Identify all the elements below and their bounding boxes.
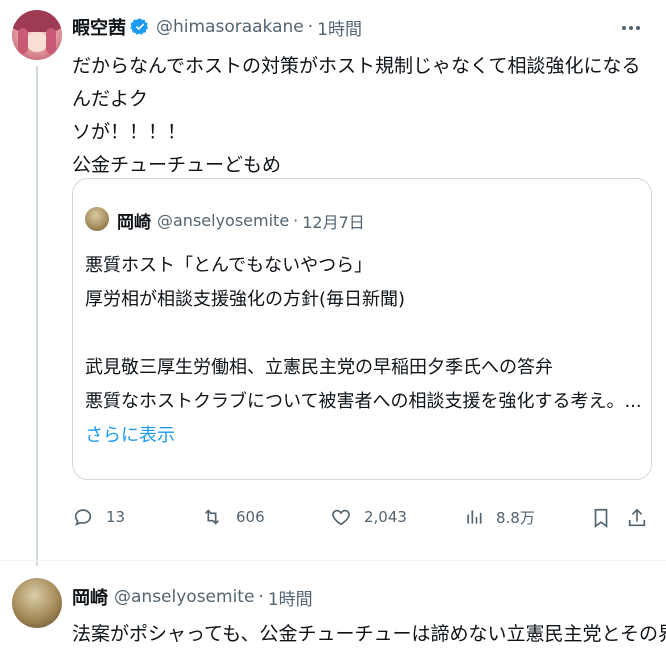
reply-header: 岡崎 @anselyosemite · 1時間 [72,584,313,610]
tweet-header: 暇空茜 @himasoraakane · 1時間 [72,14,362,40]
reply-button[interactable]: 13 [72,506,125,528]
avatar[interactable] [12,10,62,60]
quote-line [85,317,645,351]
timestamp[interactable]: 1時間 [268,585,313,610]
divider [0,560,666,561]
display-name[interactable]: 暇空茜 [72,14,126,40]
quote-header: 岡崎 @anselyosemite · 12月7日 [117,208,365,233]
separator: · [293,211,299,230]
handle[interactable]: @anselyosemite [114,587,254,607]
quote-line: 悪質ホスト「とんでもないやつら」 [85,255,373,276]
share-icon[interactable] [626,506,648,534]
tweet-text: だからなんでホストの対策がホスト規制じゃなくて相談強化になるんだよク ソが！！！… [72,50,657,182]
retweet-icon [204,509,220,525]
like-icon [332,509,350,526]
avatar[interactable] [12,578,62,628]
reply-icon [74,509,92,526]
handle[interactable]: @himasoraakane [156,17,304,37]
timestamp[interactable]: 1時間 [317,15,362,40]
quote-handle: @anselyosemite [157,211,290,230]
like-count: 2,043 [364,508,407,526]
quote-line: 悪質なホストクラブについて被害者への相談支援を強化する考え。... [85,391,642,412]
quote-text: 悪質ホスト「とんでもないやつら」 厚労相が相談支援強化の方針(毎日新聞) 武見敬… [85,249,645,453]
tweet-line: だからなんでホストの対策がホスト規制じゃなくて相談強化になるんだよク [72,55,641,110]
reply-text: 法案がポシャっても、公金チューチューは諦めない立憲民主党とその界隈 [72,623,666,645]
quote-line: 武見敬三厚生労働相、立憲民主党の早稲田夕季氏への答弁 [85,357,553,378]
separator: · [258,587,264,607]
reply-count: 13 [106,508,126,526]
views-button[interactable]: 8.8万 [464,506,535,528]
more-icon[interactable] [622,26,640,30]
separator: · [307,17,314,37]
views-count: 8.8万 [496,508,535,527]
bookmark-icon[interactable] [590,506,612,534]
quote-display-name: 岡崎 [117,213,151,233]
like-button[interactable]: 2,043 [330,506,407,528]
views-icon [467,510,482,524]
quote-timestamp: 12月7日 [302,212,365,232]
display-name[interactable]: 岡崎 [72,584,108,610]
retweet-count: 606 [236,508,265,526]
show-more-link[interactable]: さらに表示 [85,419,645,453]
quote-line: 厚労相が相談支援強化の方針(毎日新聞) [85,289,406,310]
avatar [85,207,109,231]
thread-line [36,66,38,566]
retweet-button[interactable]: 606 [200,506,265,528]
tweet-line: ソが！！！！ [72,121,187,143]
verified-badge-icon [130,17,150,37]
quoted-tweet-card[interactable]: 岡崎 @anselyosemite · 12月7日 悪質ホスト「とんでもないやつ… [72,178,652,480]
